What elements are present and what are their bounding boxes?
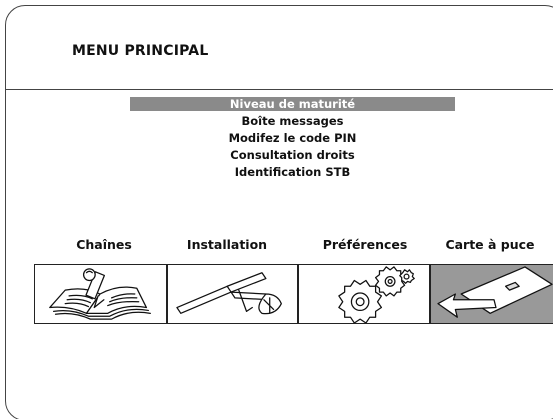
book-pencil-icon <box>49 268 151 320</box>
category-strip <box>34 264 553 324</box>
page-title: MENU PRINCIPAL <box>72 43 209 59</box>
smart-card-icon <box>437 266 553 318</box>
satellite-dish-icon <box>176 272 282 315</box>
header-divider <box>6 89 553 90</box>
category-tile-installation[interactable] <box>167 264 298 324</box>
category-label-chaines: Chaînes <box>76 237 132 252</box>
category-label-carte-a-puce: Carte à puce <box>445 237 535 252</box>
gears-icon <box>338 266 415 323</box>
category-label-preferences: Préférences <box>322 237 408 252</box>
category-tile-preferences[interactable] <box>298 264 430 324</box>
menu-item-boite-messages[interactable]: Boîte messages <box>130 114 455 128</box>
menu-item-niveau-maturite[interactable]: Niveau de maturité <box>130 97 455 111</box>
category-tile-chaines[interactable] <box>34 264 167 324</box>
screen-frame <box>5 5 553 419</box>
category-tile-carte-a-puce[interactable] <box>430 264 553 324</box>
menu-item-consultation-droits[interactable]: Consultation droits <box>130 148 455 162</box>
menu-item-identification-stb[interactable]: Identification STB <box>130 165 455 179</box>
main-menu-screen: MENU PRINCIPAL Niveau de maturité Boîte … <box>0 0 553 419</box>
menu-item-modifier-code-pin[interactable]: Modifez le code PIN <box>130 131 455 145</box>
submenu-list: Niveau de maturité Boîte messages Modife… <box>130 97 455 182</box>
category-label-installation: Installation <box>186 237 268 252</box>
